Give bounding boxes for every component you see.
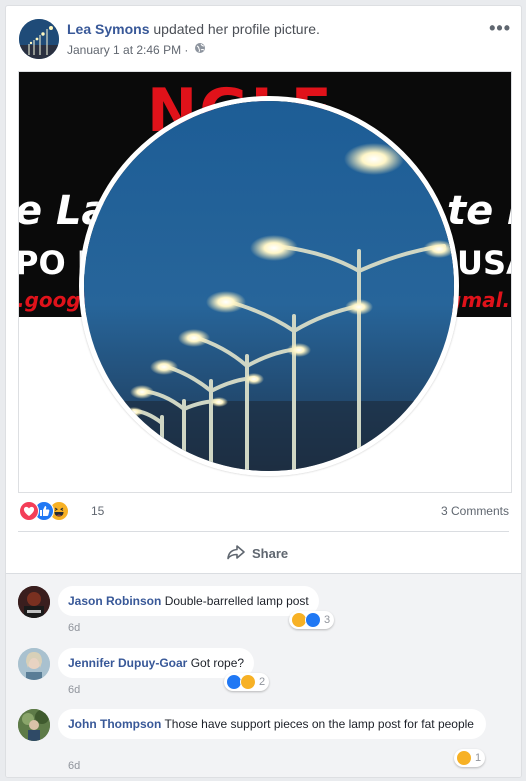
author-avatar[interactable] — [19, 19, 59, 59]
comment-reaction-count: 2 — [259, 676, 266, 688]
cover-line3-left: .googl — [19, 288, 88, 312]
commenter-name[interactable]: Jennifer Dupuy-Goar — [68, 656, 187, 670]
reaction-count: 15 — [91, 504, 105, 518]
more-options-icon[interactable]: ••• — [489, 18, 511, 39]
cover-line1-right: te M — [447, 188, 511, 234]
haha-icon — [240, 674, 256, 690]
comment-reactions[interactable]: 2 — [224, 673, 270, 691]
post-meta: January 1 at 2:46 PM · — [67, 42, 206, 57]
comments-section: Jason Robinson Double-barrelled lamp pos… — [6, 573, 521, 777]
haha-icon — [456, 750, 472, 766]
comment-text: Double-barrelled lamp post — [164, 594, 309, 608]
divider — [18, 531, 509, 532]
post-card: Lea Symons updated her profile picture. … — [5, 5, 522, 778]
post-timestamp[interactable]: January 1 at 2:46 PM — [67, 43, 181, 57]
comment-bubble: Jason Robinson Double-barrelled lamp pos… — [58, 586, 319, 616]
share-label: Share — [252, 545, 289, 561]
comment-reaction-count: 1 — [475, 752, 482, 764]
meta-separator: · — [181, 42, 192, 57]
post-headline: Lea Symons updated her profile picture. — [67, 21, 320, 37]
comment-bubble: John Thompson Those have support pieces … — [58, 709, 486, 739]
comment-reaction-count: 3 — [324, 614, 331, 626]
commenter-name[interactable]: John Thompson — [68, 717, 161, 731]
cover-line2-right: USA — [457, 244, 511, 282]
profile-picture-circle — [79, 96, 459, 476]
comment-reactions[interactable]: 3 — [289, 611, 335, 629]
love-icon — [19, 501, 39, 521]
comment-bubble: Jennifer Dupuy-Goar Got rope? — [58, 648, 255, 678]
post-action-text: updated her profile picture. — [153, 21, 320, 37]
comment-text: Those have support pieces on the lamp po… — [164, 717, 474, 731]
profile-picture-post-image[interactable]: NGLE e Las te M PO Bo USA .googl gmal. — [18, 71, 512, 493]
commenter-name[interactable]: Jason Robinson — [68, 594, 161, 608]
share-icon — [226, 544, 252, 563]
comment-time[interactable]: 6d — [68, 622, 80, 634]
commenter-avatar[interactable] — [18, 709, 50, 741]
comment-time[interactable]: 6d — [68, 684, 80, 696]
author-name[interactable]: Lea Symons — [67, 21, 149, 37]
commenter-avatar[interactable] — [18, 586, 50, 618]
globe-icon[interactable] — [194, 42, 206, 57]
comments-count-link[interactable]: 3 Comments — [441, 504, 509, 518]
comment-reactions[interactable]: 1 — [454, 749, 486, 767]
comment-text: Got rope? — [190, 656, 245, 670]
commenter-avatar[interactable] — [18, 648, 50, 680]
share-button[interactable]: Share — [226, 541, 288, 565]
comment-time[interactable]: 6d — [68, 760, 80, 772]
like-icon — [305, 612, 321, 628]
